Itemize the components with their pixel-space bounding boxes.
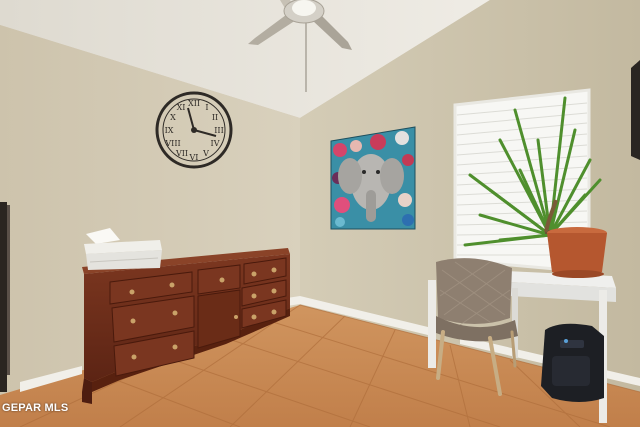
elephant-painting-icon xyxy=(330,126,416,230)
svg-text:II: II xyxy=(212,113,218,122)
svg-text:XI: XI xyxy=(177,103,186,112)
room-photo: XII I II III IV V VI VII VIII IX X XI xyxy=(0,0,640,427)
svg-text:V: V xyxy=(202,149,209,158)
svg-text:X: X xyxy=(170,113,176,122)
svg-text:VI: VI xyxy=(189,153,199,162)
svg-text:I: I xyxy=(205,103,208,112)
doorway-frame xyxy=(0,202,10,392)
svg-text:IX: IX xyxy=(165,126,174,135)
svg-text:III: III xyxy=(214,126,223,135)
svg-text:IV: IV xyxy=(211,139,220,148)
svg-text:VII: VII xyxy=(175,149,188,158)
air-purifier-icon xyxy=(541,323,604,402)
svg-text:VIII: VIII xyxy=(164,139,180,148)
svg-text:XII: XII xyxy=(188,99,200,108)
watermark-label: GEPAR MLS xyxy=(2,402,69,414)
mirror-icon xyxy=(631,60,640,160)
wall-clock-icon: XII I II III IV V VI VII VIII IX X XI xyxy=(155,91,233,169)
